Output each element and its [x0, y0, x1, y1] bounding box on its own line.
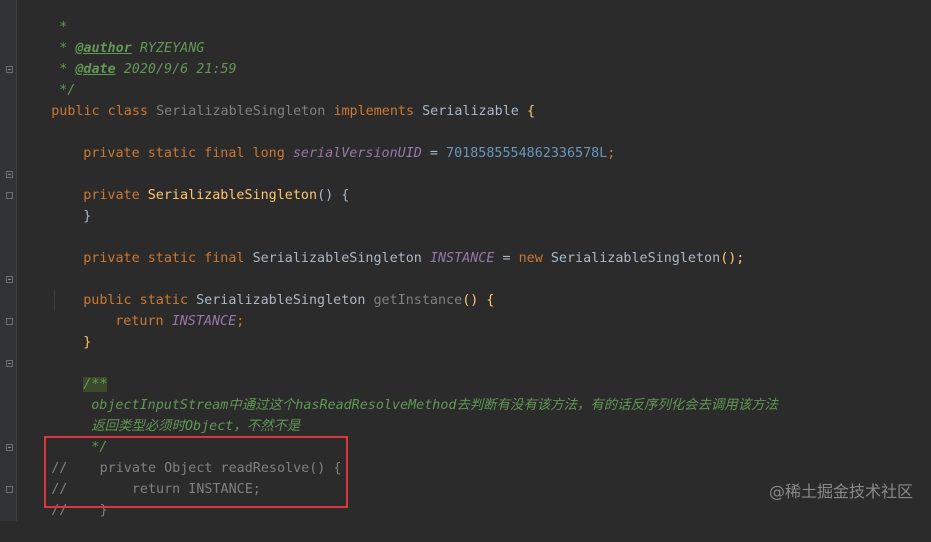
brace: { [526, 104, 535, 119]
gutter-divider [16, 0, 17, 521]
code-line: * @author RYZEYANG [27, 17, 204, 56]
code-line: private static final SerializableSinglet… [51, 227, 744, 266]
fold-marker-icon[interactable] [6, 318, 13, 325]
method-name: getInstance [373, 293, 463, 308]
code-line: } [51, 311, 91, 350]
operator: = [421, 146, 447, 161]
keyword: return [115, 314, 172, 329]
code-line: * @date 2020/9/6 21:59 [27, 38, 236, 77]
code-line: 返回类型必须时Object，不然不是 [59, 395, 300, 434]
keyword: public class [51, 104, 157, 119]
fold-marker-icon[interactable] [6, 486, 13, 493]
punctuation: (); [720, 251, 745, 266]
watermark: @稀土掘金技术社区 [768, 482, 913, 501]
editor-gutter [0, 0, 16, 521]
doc-value: 2020/9/6 21:59 [115, 62, 237, 77]
brace: } [83, 209, 92, 224]
code-line: */ [59, 416, 107, 455]
fold-marker-icon[interactable] [6, 66, 13, 73]
brace: } [83, 335, 92, 350]
operator: = [494, 251, 519, 266]
semicolon: ; [607, 146, 616, 161]
fold-marker-icon[interactable] [6, 171, 13, 178]
highlight-box [44, 436, 348, 508]
fold-marker-icon[interactable] [6, 360, 13, 367]
field-name: INSTANCE [171, 314, 237, 329]
semicolon: ; [236, 314, 245, 329]
keyword: implements [333, 104, 423, 119]
fold-marker-icon[interactable] [6, 276, 13, 283]
code-line: * [27, 0, 67, 35]
keyword: new [518, 251, 551, 266]
fold-marker-icon[interactable] [6, 192, 13, 199]
code-line: */ [27, 59, 75, 98]
fold-marker-icon[interactable] [6, 444, 13, 451]
doc-tag: @date [75, 62, 116, 77]
code-line: objectInputStream中通过这个hasReadResolveMeth… [59, 374, 778, 413]
type-name: SerializableSingleton [550, 251, 721, 266]
field-name: INSTANCE [429, 251, 495, 266]
interface-name: Serializable [422, 104, 527, 119]
keyword: private [83, 188, 148, 203]
field-name: serialVersionUID [292, 146, 422, 161]
code-line: private SerializableSingleton() { [51, 164, 349, 203]
keyword: private static final long [83, 146, 293, 161]
code-line: /** [51, 353, 108, 392]
code-line: public static SerializableSingleton getI… [51, 269, 494, 308]
code-line: private static final long serialVersionU… [51, 122, 615, 161]
number-literal: 7018585554862336578L [446, 146, 608, 161]
constructor-name: SerializableSingleton [147, 188, 318, 203]
punctuation: () { [317, 188, 350, 203]
code-line: } [51, 185, 91, 224]
type-name: SerializableSingleton [252, 251, 430, 266]
code-line: public class SerializableSingleton imple… [19, 80, 535, 119]
punctuation: () { [462, 293, 495, 308]
doc-comment: 返回类型必须时Object，不然不是 [91, 419, 301, 434]
keyword: private static final [83, 251, 253, 266]
code-line: return INSTANCE; [83, 290, 244, 329]
class-name: SerializableSingleton [156, 104, 334, 119]
